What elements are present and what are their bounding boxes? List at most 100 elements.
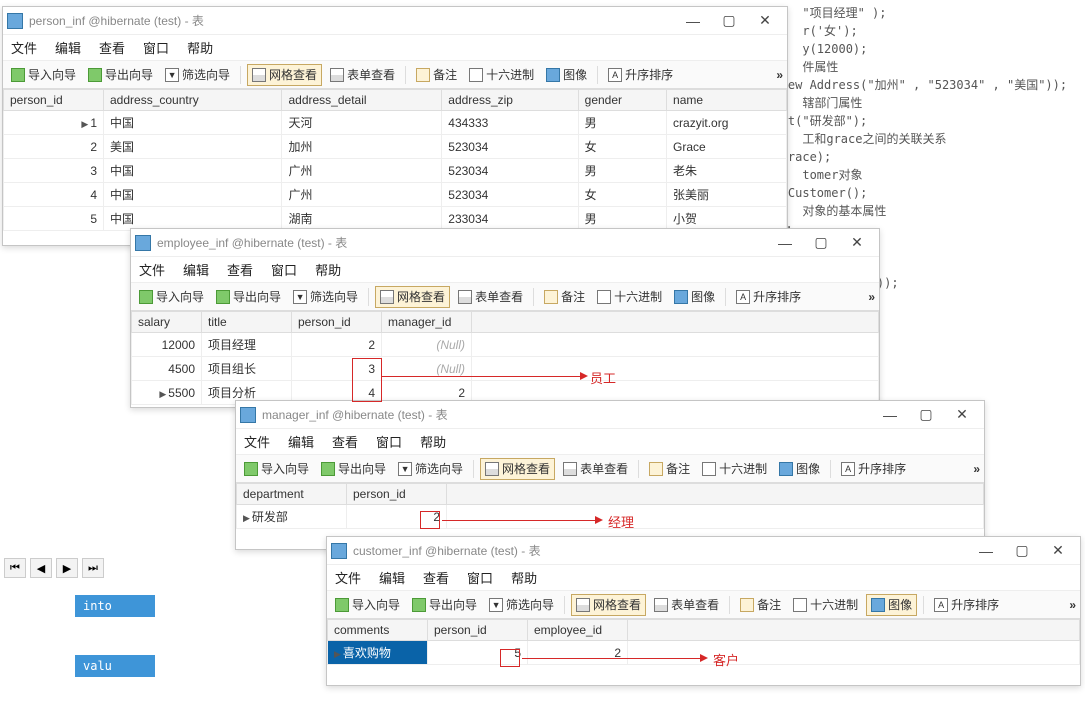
menu-help[interactable]: 帮助 [511,568,537,587]
menu-help[interactable]: 帮助 [420,432,446,451]
col-header[interactable]: address_detail [282,90,442,111]
menu-view[interactable]: 查看 [423,568,449,587]
menu-help[interactable]: 帮助 [315,260,341,279]
menu-help[interactable]: 帮助 [187,38,213,57]
next-record-button[interactable]: ▶ [56,558,78,578]
gridview-button[interactable]: 网格查看 [375,286,450,308]
col-header[interactable]: name [667,90,787,111]
titlebar[interactable]: employee_inf @hibernate (test) - 表 — ▢ ✕ [131,229,879,257]
gridview-button[interactable]: 网格查看 [571,594,646,616]
image-button[interactable]: 图像 [670,286,719,308]
data-grid[interactable]: salary title person_id manager_id 12000项… [131,311,879,407]
sort-button[interactable]: A升序排序 [837,458,910,480]
table-row[interactable]: 3中国广州523034男老朱 [4,159,787,183]
sort-button[interactable]: A升序排序 [930,594,1003,616]
image-button[interactable]: 图像 [775,458,824,480]
col-header[interactable]: person_id [4,90,104,111]
memo-button[interactable]: 备注 [412,64,461,86]
menu-edit[interactable]: 编辑 [288,432,314,451]
table-row[interactable]: 4中国广州523034女张美丽 [4,183,787,207]
formview-button[interactable]: 表单查看 [454,286,527,308]
close-button[interactable]: ✕ [747,7,783,34]
export-button[interactable]: 导出向导 [317,458,390,480]
menu-window[interactable]: 窗口 [271,260,297,279]
table-row[interactable]: 研发部2 [237,505,984,529]
titlebar[interactable]: manager_inf @hibernate (test) - 表 — ▢ ✕ [236,401,984,429]
close-button[interactable]: ✕ [1040,537,1076,564]
maximize-button[interactable]: ▢ [803,229,839,256]
menu-window[interactable]: 窗口 [467,568,493,587]
col-header[interactable]: employee_id [528,620,628,641]
gridview-button[interactable]: 网格查看 [247,64,322,86]
close-button[interactable]: ✕ [839,229,875,256]
table-row[interactable]: 1中国天河434333男crazyit.org [4,111,787,135]
hex-button[interactable]: 十六进制 [698,458,771,480]
image-button[interactable]: 图像 [866,594,917,616]
export-button[interactable]: 导出向导 [408,594,481,616]
menu-file[interactable]: 文件 [335,568,361,587]
table-row[interactable]: 2美国加州523034女Grace [4,135,787,159]
col-header[interactable]: title [202,312,292,333]
col-header[interactable]: salary [132,312,202,333]
sort-button[interactable]: A升序排序 [732,286,805,308]
image-button[interactable]: 图像 [542,64,591,86]
minimize-button[interactable]: — [767,229,803,256]
col-header[interactable]: person_id [292,312,382,333]
gridview-button[interactable]: 网格查看 [480,458,555,480]
memo-button[interactable]: 备注 [540,286,589,308]
maximize-button[interactable]: ▢ [711,7,747,34]
hex-button[interactable]: 十六进制 [593,286,666,308]
formview-button[interactable]: 表单查看 [559,458,632,480]
minimize-button[interactable]: — [675,7,711,34]
last-record-button[interactable]: ⏭ [82,558,104,578]
col-header[interactable]: address_zip [442,90,578,111]
import-button[interactable]: 导入向导 [7,64,80,86]
col-header[interactable]: gender [578,90,666,111]
toolbar-more[interactable]: » [868,290,875,304]
hex-button[interactable]: 十六进制 [465,64,538,86]
filter-button[interactable]: ▼筛选向导 [394,458,467,480]
data-grid[interactable]: comments person_id employee_id 喜欢购物52 [327,619,1080,685]
menu-view[interactable]: 查看 [332,432,358,451]
formview-button[interactable]: 表单查看 [650,594,723,616]
sort-button[interactable]: A升序排序 [604,64,677,86]
menu-view[interactable]: 查看 [227,260,253,279]
menu-window[interactable]: 窗口 [143,38,169,57]
col-header[interactable]: manager_id [382,312,472,333]
menu-view[interactable]: 查看 [99,38,125,57]
toolbar-more[interactable]: » [973,462,980,476]
filter-button[interactable]: ▼筛选向导 [289,286,362,308]
first-record-button[interactable]: ⏮ [4,558,26,578]
titlebar[interactable]: person_inf @hibernate (test) - 表 — ▢ ✕ [3,7,787,35]
col-header[interactable]: department [237,484,347,505]
maximize-button[interactable]: ▢ [1004,537,1040,564]
filter-button[interactable]: ▼筛选向导 [485,594,558,616]
table-row[interactable]: 5中国湖南233034男小贺 [4,207,787,231]
maximize-button[interactable]: ▢ [908,401,944,428]
menu-edit[interactable]: 编辑 [379,568,405,587]
table-row[interactable]: 12000项目经理2(Null) [132,333,879,357]
menu-window[interactable]: 窗口 [376,432,402,451]
toolbar-more[interactable]: » [1069,598,1076,612]
memo-button[interactable]: 备注 [645,458,694,480]
col-header[interactable]: person_id [428,620,528,641]
import-button[interactable]: 导入向导 [331,594,404,616]
menu-edit[interactable]: 编辑 [55,38,81,57]
export-button[interactable]: 导出向导 [212,286,285,308]
formview-button[interactable]: 表单查看 [326,64,399,86]
memo-button[interactable]: 备注 [736,594,785,616]
close-button[interactable]: ✕ [944,401,980,428]
import-button[interactable]: 导入向导 [135,286,208,308]
col-header[interactable]: address_country [104,90,282,111]
col-header[interactable]: person_id [347,484,447,505]
data-grid[interactable]: person_id address_country address_detail… [3,89,787,245]
toolbar-more[interactable]: » [776,68,783,82]
menu-file[interactable]: 文件 [139,260,165,279]
minimize-button[interactable]: — [872,401,908,428]
hex-button[interactable]: 十六进制 [789,594,862,616]
export-button[interactable]: 导出向导 [84,64,157,86]
import-button[interactable]: 导入向导 [240,458,313,480]
menu-edit[interactable]: 编辑 [183,260,209,279]
minimize-button[interactable]: — [968,537,1004,564]
filter-button[interactable]: ▼筛选向导 [161,64,234,86]
